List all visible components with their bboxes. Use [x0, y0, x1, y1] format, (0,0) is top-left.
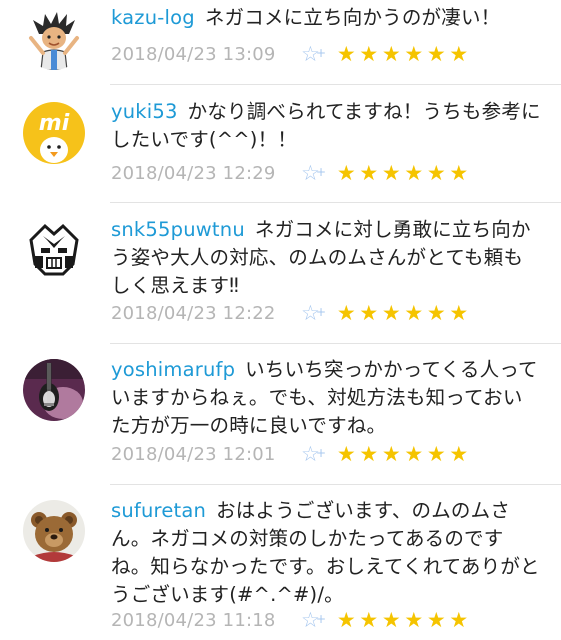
comment-username[interactable]: yoshimarufp [111, 358, 235, 381]
star-icon: ★ [426, 42, 446, 66]
star-icon: ★ [359, 161, 379, 185]
star-icon: ★ [336, 301, 356, 325]
comment-meta: 2018/04/23 11:18 ☆ + ★ ★ ★ ★ ★ ★ [111, 606, 470, 634]
divider [110, 343, 561, 344]
comment-meta: 2018/04/23 12:22 ☆ + ★ ★ ★ ★ ★ ★ [111, 299, 470, 327]
cartoon-character-avatar[interactable] [23, 8, 85, 70]
divider [110, 484, 561, 485]
star-icon: ★ [404, 301, 424, 325]
comment-username[interactable]: kazu-log [111, 6, 195, 29]
star-rating: ★ ★ ★ ★ ★ ★ [335, 608, 470, 632]
yellow-mi-chick-avatar[interactable]: mi [23, 102, 85, 164]
comment-username[interactable]: snk55puwtnu [111, 218, 245, 241]
star-icon: ★ [404, 608, 424, 632]
star-icon: ★ [381, 442, 401, 466]
star-icon: ★ [359, 42, 379, 66]
guitar-photo-avatar[interactable] [23, 359, 85, 421]
star-icon: ★ [381, 301, 401, 325]
star-icon: ★ [449, 301, 469, 325]
star-icon: ★ [359, 301, 379, 325]
comment-timestamp: 2018/04/23 11:18 [111, 609, 276, 631]
comment-meta: 2018/04/23 12:29 ☆ + ★ ★ ★ ★ ★ ★ [111, 159, 470, 187]
comment-timestamp: 2018/04/23 12:22 [111, 302, 276, 324]
star-icon: ★ [449, 161, 469, 185]
star-rating: ★ ★ ★ ★ ★ ★ [335, 442, 470, 466]
star-icon: ★ [404, 161, 424, 185]
comment-meta: 2018/04/23 12:01 ☆ + ★ ★ ★ ★ ★ ★ [111, 440, 470, 468]
divider [110, 202, 561, 203]
star-rating: ★ ★ ★ ★ ★ ★ [335, 301, 470, 325]
teddy-bear-photo-avatar[interactable] [23, 500, 85, 562]
star-icon: ★ [449, 608, 469, 632]
comment-timestamp: 2018/04/23 12:01 [111, 443, 276, 465]
star-icon: ★ [359, 442, 379, 466]
comment-text-block: kazu-log ネガコメに立ち向かうのが凄い！ [111, 4, 541, 32]
comment-timestamp: 2018/04/23 12:29 [111, 162, 276, 184]
add-star-icon[interactable]: ☆ + [301, 301, 335, 325]
star-icon: ★ [336, 608, 356, 632]
add-star-icon[interactable]: ☆ + [301, 161, 335, 185]
robot-head-avatar[interactable] [23, 218, 85, 280]
comment-username[interactable]: sufuretan [111, 499, 206, 522]
star-icon: ★ [359, 608, 379, 632]
svg-text:mi: mi [39, 111, 70, 136]
comment-meta: 2018/04/23 13:09 ☆ + ★ ★ ★ ★ ★ ★ [111, 40, 470, 68]
comment-text-block: yoshimarufp いちいち突っかかってくる人っていますからねぇ。でも、対処方… [111, 356, 541, 440]
star-icon: ★ [336, 161, 356, 185]
star-icon: ★ [426, 301, 446, 325]
star-icon: ★ [426, 442, 446, 466]
star-icon: ★ [381, 42, 401, 66]
add-star-icon[interactable]: ☆ + [301, 608, 335, 632]
comment-body: ネガコメに立ち向かうのが凄い！ [204, 6, 501, 29]
star-icon: ★ [404, 42, 424, 66]
comment-text-block: snk55puwtnu ネガコメに対し勇敢に立ち向かう姿や大人の対応、のムのムさん… [111, 216, 541, 300]
star-icon: ★ [426, 608, 446, 632]
star-icon: ★ [336, 42, 356, 66]
star-rating: ★ ★ ★ ★ ★ ★ [335, 161, 470, 185]
star-icon: ★ [336, 442, 356, 466]
comment-text-block: yuki53 かなり調べられてますね！うちも参考にしたいです(^^)！！ [111, 98, 541, 154]
add-star-icon[interactable]: ☆ + [301, 442, 335, 466]
star-icon: ★ [426, 161, 446, 185]
star-icon: ★ [381, 608, 401, 632]
star-icon: ★ [404, 442, 424, 466]
star-icon: ★ [449, 442, 469, 466]
comment-timestamp: 2018/04/23 13:09 [111, 43, 276, 65]
star-rating: ★ ★ ★ ★ ★ ★ [335, 42, 470, 66]
comment-username[interactable]: yuki53 [111, 100, 178, 123]
divider [110, 84, 561, 85]
add-star-icon[interactable]: ☆ + [301, 42, 335, 66]
star-icon: ★ [449, 42, 469, 66]
star-icon: ★ [381, 161, 401, 185]
comment-text-block: sufuretan おはようございます、のムのムさん。ネガコメの対策のしかたってあ… [111, 497, 541, 609]
